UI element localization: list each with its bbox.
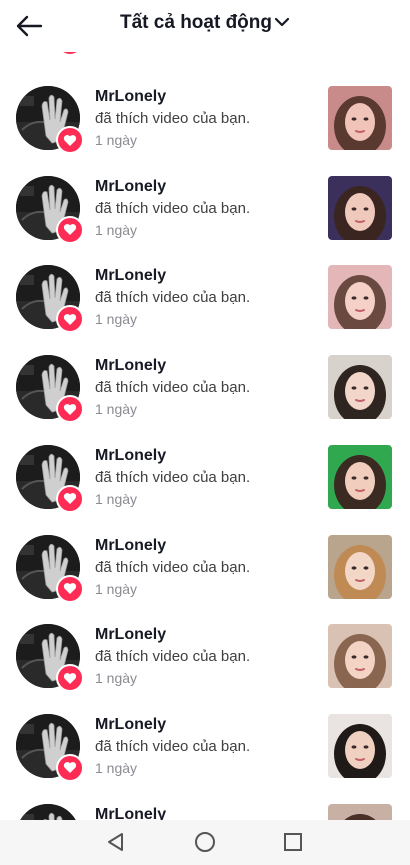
chevron-down-icon: [274, 12, 290, 34]
square-recents-icon[interactable]: [281, 830, 305, 854]
username[interactable]: MrLonely: [95, 178, 166, 196]
timestamp: 1 ngày: [95, 221, 138, 238]
heart-icon: [56, 664, 84, 693]
timestamp: 1 ngày: [95, 759, 138, 776]
list-item[interactable]: MrLonely đã thích video của bạn. 1 ngày: [0, 175, 410, 266]
heart-icon: [56, 753, 84, 782]
timestamp: 1 ngày: [95, 670, 138, 687]
activity-text: đã thích video của bạn.: [95, 648, 251, 666]
activity-list: MrLonely đã thích video của bạn. 1 ngày: [0, 0, 410, 820]
video-thumbnail[interactable]: [328, 355, 392, 420]
heart-icon: [56, 395, 84, 424]
activity-text: đã thích video của bạn.: [95, 110, 251, 127]
video-thumbnail[interactable]: [328, 624, 392, 689]
username[interactable]: MrLonely: [95, 537, 166, 555]
activity-text: đã thích video của bạn.: [95, 468, 251, 486]
heart-icon: [56, 215, 84, 244]
username[interactable]: MrLonely: [95, 88, 166, 106]
activity-text: đã thích video của bạn.: [95, 737, 251, 755]
username[interactable]: MrLonely: [95, 626, 166, 644]
page-title: Tất cả hoạt động: [120, 12, 272, 34]
triangle-back-icon[interactable]: [104, 830, 128, 854]
system-nav-bar: [0, 820, 410, 865]
username[interactable]: MrLonely: [95, 357, 166, 375]
list-item[interactable]: MrLonely đã thích video của bạn. 1 ngày: [0, 444, 410, 535]
list-item[interactable]: MrLonely đã thích video của bạn. 1 ngày: [0, 534, 410, 625]
circle-home-icon[interactable]: [193, 830, 217, 854]
activity-text: đã thích video của bạn.: [95, 379, 251, 397]
username[interactable]: MrLonely: [95, 267, 166, 285]
username[interactable]: MrLonely: [95, 447, 166, 465]
video-thumbnail[interactable]: [328, 86, 392, 150]
activity-text: đã thích video của bạn.: [95, 289, 251, 307]
avatar[interactable]: [16, 803, 80, 820]
activity-text: đã thích video của bạn.: [95, 199, 251, 217]
heart-icon: [56, 126, 84, 154]
timestamp: 1 ngày: [95, 132, 138, 148]
heart-icon: [56, 484, 84, 513]
timestamp: 1 ngày: [95, 401, 138, 418]
timestamp: 1 ngày: [95, 490, 138, 507]
list-item[interactable]: MrLonely đã thích video của bạn. 1 ngày: [0, 265, 410, 355]
video-thumbnail[interactable]: [328, 444, 392, 509]
list-item[interactable]: MrLonely: [0, 803, 410, 820]
video-thumbnail[interactable]: [328, 803, 392, 820]
video-thumbnail[interactable]: [328, 265, 392, 330]
list-item[interactable]: MrLonely đã thích video của bạn. 1 ngày: [0, 355, 410, 445]
username[interactable]: MrLonely: [95, 716, 166, 734]
activity-text: đã thích video của bạn.: [95, 558, 251, 576]
list-item[interactable]: MrLonely đã thích video của bạn. 1 ngày: [0, 624, 410, 714]
timestamp: 1 ngày: [95, 311, 138, 328]
list-item[interactable]: MrLonely đã thích video của bạn. 1 ngày: [0, 86, 410, 176]
username[interactable]: MrLonely: [95, 806, 166, 820]
video-thumbnail[interactable]: [328, 175, 392, 240]
header: Tất cả hoạt động: [0, 0, 410, 52]
video-thumbnail[interactable]: [328, 534, 392, 599]
heart-icon: [56, 574, 84, 603]
video-thumbnail[interactable]: [328, 713, 392, 778]
activity-filter-dropdown[interactable]: Tất cả hoạt động: [0, 12, 410, 34]
timestamp: 1 ngày: [95, 580, 138, 597]
heart-icon: [56, 305, 84, 334]
list-item[interactable]: MrLonely đã thích video của bạn. 1 ngày: [0, 713, 410, 804]
